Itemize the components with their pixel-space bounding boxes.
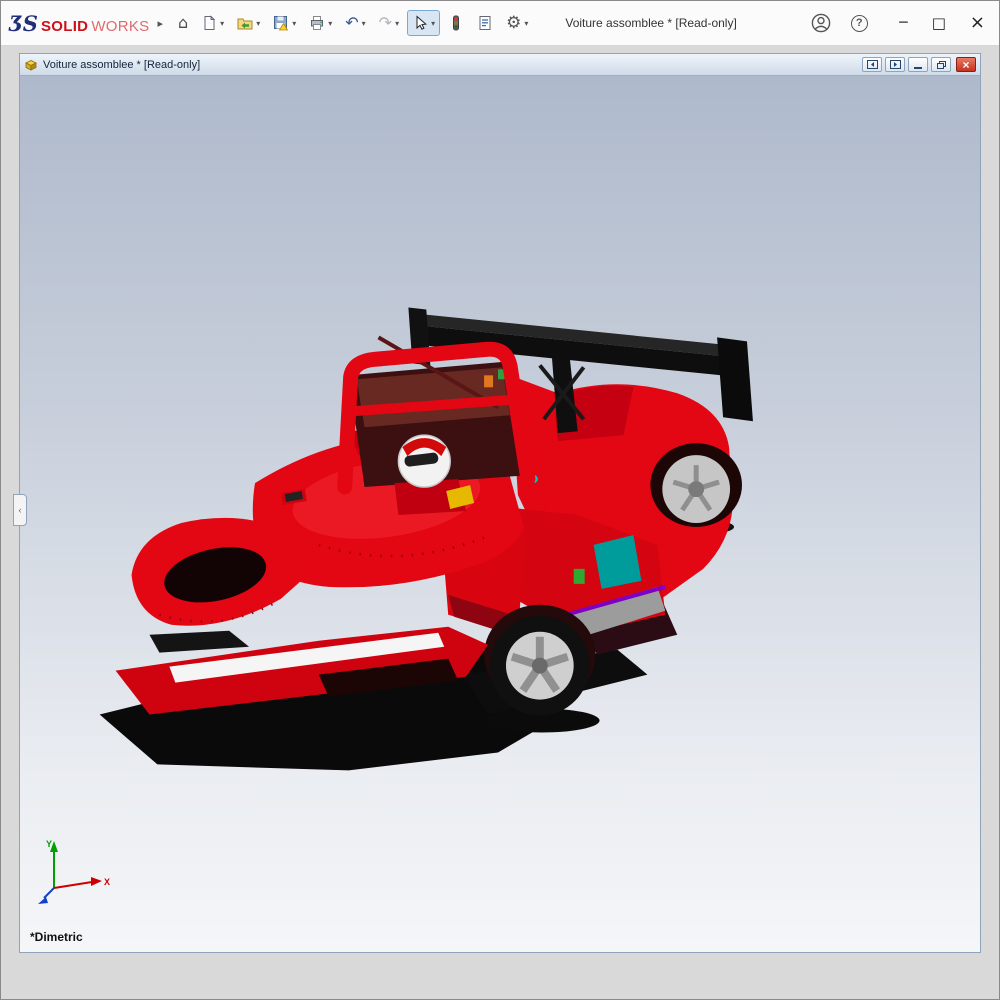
print-icon xyxy=(309,15,325,31)
user-icon xyxy=(811,13,831,33)
document-window: Voiture assomblee * [Read-only] xyxy=(19,53,981,953)
save-icon xyxy=(273,15,289,31)
active-document-title: Voiture assomblee * [Read-only] xyxy=(565,16,809,30)
view-orientation-label: *Dimetric xyxy=(30,930,83,944)
dock-left-icon xyxy=(867,60,878,69)
orientation-triad: Y X xyxy=(34,836,114,906)
chevron-down-icon[interactable]: ▾ xyxy=(431,19,435,28)
select-tool-button[interactable]: ▾ xyxy=(407,10,440,36)
chevron-down-icon[interactable]: ▾ xyxy=(292,19,296,28)
minimize-button[interactable]: ─ xyxy=(899,16,907,30)
chevron-down-icon[interactable]: ▾ xyxy=(256,19,260,28)
rebuild-traffic-light-icon xyxy=(448,15,464,31)
menu-flyout-arrow-icon[interactable]: ▸ xyxy=(157,17,163,30)
triad-y-label: Y xyxy=(46,839,52,849)
document-title: Voiture assomblee * [Read-only] xyxy=(43,59,862,71)
triad-x-label: X xyxy=(104,877,110,887)
assembly-icon xyxy=(24,58,38,72)
brand-works: WORKS xyxy=(91,18,149,35)
graphics-viewport[interactable]: Y X *Dimetric xyxy=(20,76,980,952)
quick-access-toolbar: ƷS SOLIDWORKS ▸ ⌂ ▾ ▾ xyxy=(1,1,999,46)
3ds-logo-icon: ƷS xyxy=(9,11,38,36)
home-button[interactable]: ⌂ xyxy=(173,10,193,36)
save-button[interactable]: ▾ xyxy=(268,10,301,36)
gear-icon: ⚙ xyxy=(506,15,521,31)
featuremanager-collapsed-tab[interactable]: ‹ xyxy=(13,494,27,526)
doc-close-button[interactable]: × xyxy=(956,57,976,72)
help-button[interactable]: ? xyxy=(847,11,871,35)
solidworks-logo: ƷS SOLIDWORKS xyxy=(9,11,149,36)
toolbar-buttons: ⌂ ▾ ▾ xyxy=(173,10,533,36)
undo-icon: ↶ xyxy=(345,15,358,31)
account-button[interactable] xyxy=(809,11,833,35)
chevron-down-icon[interactable]: ▾ xyxy=(395,19,399,28)
home-icon: ⌂ xyxy=(178,15,188,31)
restore-icon xyxy=(937,61,946,69)
topbar-right-cluster: ? ─ □ × xyxy=(809,11,991,35)
solidworks-app-window: ƷS SOLIDWORKS ▸ ⌂ ▾ ▾ xyxy=(0,0,1000,1000)
document-window-controls: × xyxy=(862,57,976,72)
new-document-button[interactable]: ▾ xyxy=(196,10,229,36)
chevron-down-icon[interactable]: ▾ xyxy=(328,19,332,28)
rebuild-button[interactable] xyxy=(443,10,469,36)
redo-icon: ↷ xyxy=(379,15,392,31)
print-button[interactable]: ▾ xyxy=(304,10,337,36)
maximize-button[interactable]: □ xyxy=(932,16,946,30)
brand-solid: SOLID xyxy=(41,18,88,35)
app-window-controls: ─ □ × xyxy=(899,16,991,30)
dock-right-icon xyxy=(890,60,901,69)
options-button[interactable]: ⚙ ▾ xyxy=(501,10,533,36)
file-properties-icon xyxy=(477,15,493,31)
doc-minimize-button[interactable] xyxy=(908,57,928,72)
close-button[interactable]: × xyxy=(970,16,985,30)
close-icon: × xyxy=(962,59,969,71)
file-properties-button[interactable] xyxy=(472,10,498,36)
help-icon: ? xyxy=(851,15,868,32)
doc-restore-button[interactable] xyxy=(931,57,951,72)
new-document-icon xyxy=(201,15,217,31)
redo-button[interactable]: ↷ ▾ xyxy=(374,10,404,36)
dock-right-button[interactable] xyxy=(885,57,905,72)
open-folder-icon xyxy=(237,15,253,31)
dock-left-button[interactable] xyxy=(862,57,882,72)
chevron-down-icon[interactable]: ▾ xyxy=(220,19,224,28)
undo-button[interactable]: ↶ ▾ xyxy=(340,10,370,36)
open-button[interactable]: ▾ xyxy=(232,10,265,36)
chevron-down-icon[interactable]: ▾ xyxy=(362,19,366,28)
chevron-down-icon[interactable]: ▾ xyxy=(524,19,528,28)
minimize-icon xyxy=(914,67,922,69)
car-model[interactable] xyxy=(20,76,980,952)
select-cursor-icon xyxy=(412,15,428,31)
document-titlebar[interactable]: Voiture assomblee * [Read-only] xyxy=(20,54,980,76)
